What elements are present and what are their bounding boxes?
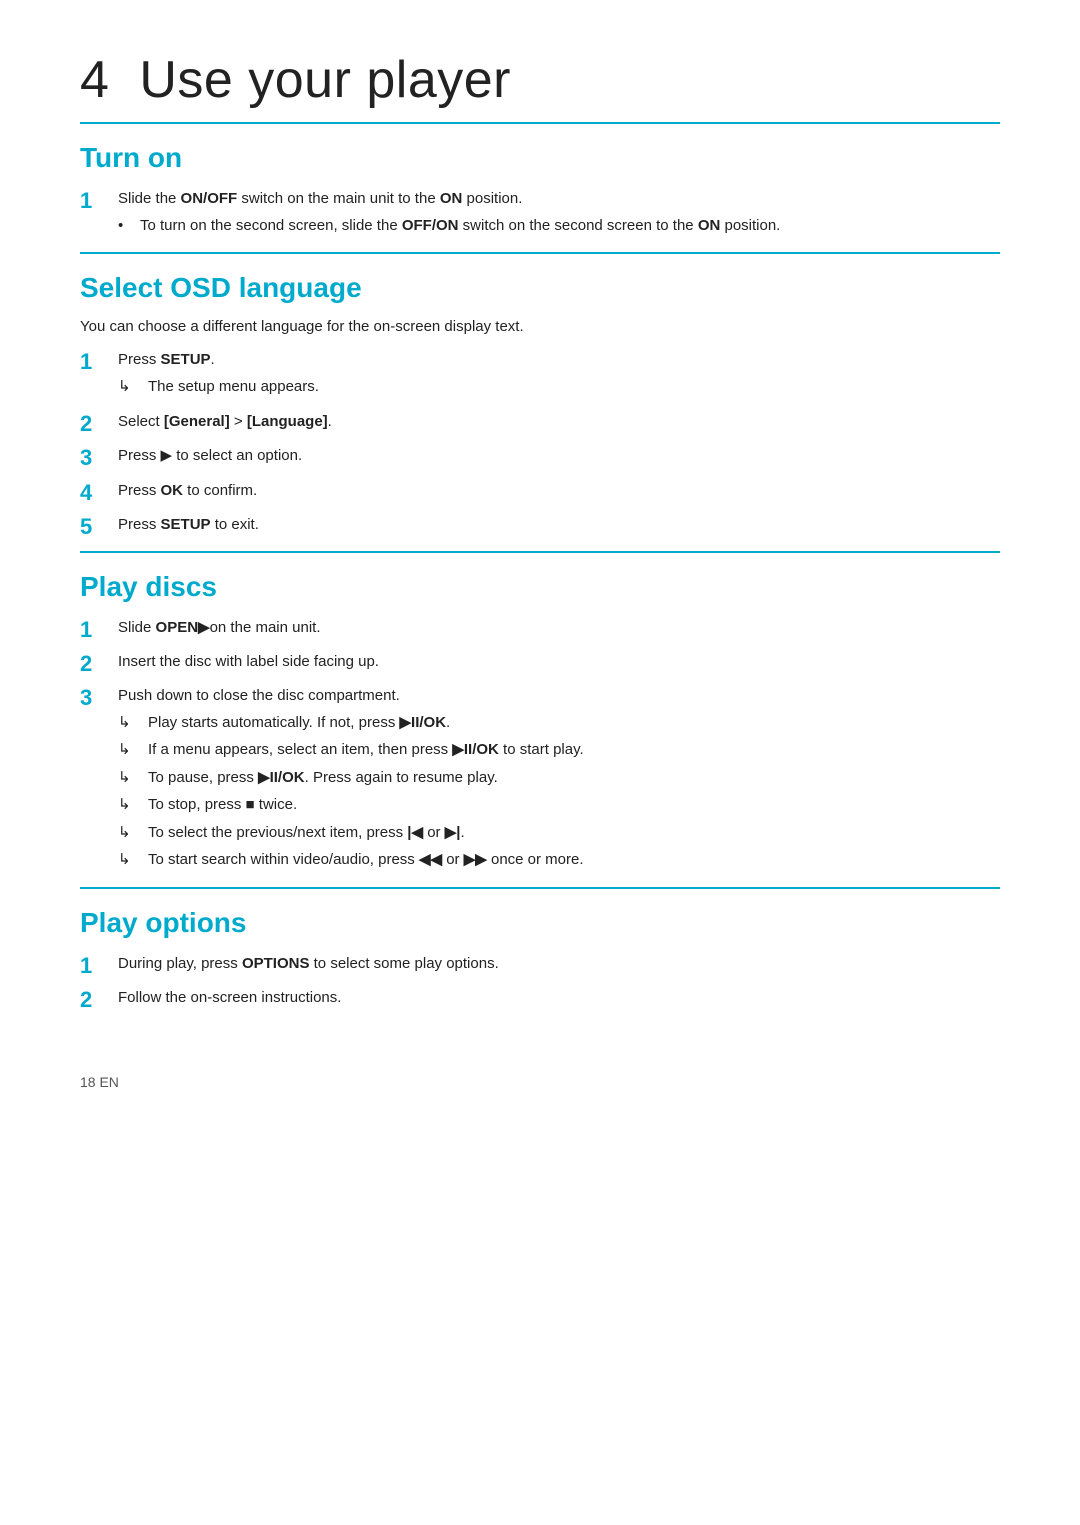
- section-select-osd: Select OSD language You can choose a dif…: [80, 272, 1000, 541]
- step-number: 1: [80, 617, 118, 643]
- step-number: 4: [80, 480, 118, 506]
- step-content: Press ▶ to select an option.: [118, 445, 1000, 468]
- arrow-item: ↳ The setup menu appears.: [118, 376, 1000, 399]
- arrow-text: To pause, press ▶II/OK. Press again to r…: [148, 767, 498, 790]
- step-content: Push down to close the disc compartment.…: [118, 685, 1000, 877]
- section-divider-3: [80, 887, 1000, 889]
- osd-step-5: 5 Press SETUP to exit.: [80, 514, 1000, 540]
- step-content: Press SETUP to exit.: [118, 514, 1000, 537]
- step-content: Select [General] > [Language].: [118, 411, 1000, 434]
- osd-step-1: 1 Press SETUP. ↳ The setup menu appears.: [80, 349, 1000, 403]
- sub-bullet-list: • To turn on the second screen, slide th…: [118, 215, 1000, 238]
- osd-intro: You can choose a different language for …: [80, 318, 1000, 335]
- chapter-number: 4: [80, 51, 109, 109]
- arrow-text: To start search within video/audio, pres…: [148, 849, 584, 872]
- play-discs-step-3: 3 Push down to close the disc compartmen…: [80, 685, 1000, 877]
- step-number: 2: [80, 411, 118, 437]
- arrow-sym: ↳: [118, 767, 148, 790]
- arrow-text: To select the previous/next item, press …: [148, 822, 465, 845]
- osd-step-4: 4 Press OK to confirm.: [80, 480, 1000, 506]
- step-number: 5: [80, 514, 118, 540]
- footer-text: 18 EN: [80, 1074, 119, 1090]
- arrow-sub-item: ↳ To select the previous/next item, pres…: [118, 822, 1000, 845]
- arrow-text: Play starts automatically. If not, press…: [148, 712, 450, 735]
- arrow-sym: ↳: [118, 822, 148, 845]
- turn-on-list: 1 Slide the ON/OFF switch on the main un…: [80, 188, 1000, 242]
- section-title-play-options: Play options: [80, 907, 1000, 939]
- step-content: Follow the on-screen instructions.: [118, 987, 1000, 1010]
- step-content: Press OK to confirm.: [118, 480, 1000, 503]
- osd-step-3: 3 Press ▶ to select an option.: [80, 445, 1000, 471]
- step-content: Slide OPEN▶on the main unit.: [118, 617, 1000, 640]
- play-discs-step-1: 1 Slide OPEN▶on the main unit.: [80, 617, 1000, 643]
- arrow-sym: ↳: [118, 794, 148, 817]
- step-number: 1: [80, 349, 118, 375]
- page-footer: 18 EN: [80, 1074, 1000, 1090]
- bullet-dot: •: [118, 215, 140, 238]
- play-options-step-1: 1 During play, press OPTIONS to select s…: [80, 953, 1000, 979]
- section-divider-2: [80, 551, 1000, 553]
- osd-step-2: 2 Select [General] > [Language].: [80, 411, 1000, 437]
- sub-bullet-item: • To turn on the second screen, slide th…: [118, 215, 1000, 238]
- arrow-sub-item: ↳ If a menu appears, select an item, the…: [118, 739, 1000, 762]
- section-title-osd: Select OSD language: [80, 272, 1000, 304]
- sub-bullet-text: To turn on the second screen, slide the …: [140, 215, 780, 238]
- arrow-sub-list: ↳ Play starts automatically. If not, pre…: [118, 712, 1000, 872]
- section-turn-on: Turn on 1 Slide the ON/OFF switch on the…: [80, 142, 1000, 242]
- arrow-text: If a menu appears, select an item, then …: [148, 739, 584, 762]
- play-options-list: 1 During play, press OPTIONS to select s…: [80, 953, 1000, 1014]
- step-content: During play, press OPTIONS to select som…: [118, 953, 1000, 976]
- arrow-sym: ↳: [118, 739, 148, 762]
- page-title: 4 Use your player: [80, 50, 1000, 110]
- arrow-sub-item: ↳ To pause, press ▶II/OK. Press again to…: [118, 767, 1000, 790]
- osd-list: 1 Press SETUP. ↳ The setup menu appears.…: [80, 349, 1000, 541]
- arrow-text: The setup menu appears.: [148, 376, 319, 399]
- step-number: 3: [80, 445, 118, 471]
- step-number: 3: [80, 685, 118, 711]
- section-title-play-discs: Play discs: [80, 571, 1000, 603]
- title-divider: [80, 122, 1000, 124]
- arrow-sym: ↳: [118, 849, 148, 872]
- step-number: 1: [80, 953, 118, 979]
- step-number: 1: [80, 188, 118, 214]
- play-options-step-2: 2 Follow the on-screen instructions.: [80, 987, 1000, 1013]
- step-number: 2: [80, 987, 118, 1013]
- arrow-list: ↳ The setup menu appears.: [118, 376, 1000, 399]
- step-content: Press SETUP. ↳ The setup menu appears.: [118, 349, 1000, 403]
- arrow-sub-item: ↳ Play starts automatically. If not, pre…: [118, 712, 1000, 735]
- step-content: Slide the ON/OFF switch on the main unit…: [118, 188, 1000, 242]
- play-discs-list: 1 Slide OPEN▶on the main unit. 2 Insert …: [80, 617, 1000, 877]
- arrow-sym: ↳: [118, 712, 148, 735]
- turn-on-step-1: 1 Slide the ON/OFF switch on the main un…: [80, 188, 1000, 242]
- arrow-sub-item: ↳ To start search within video/audio, pr…: [118, 849, 1000, 872]
- section-play-discs: Play discs 1 Slide OPEN▶on the main unit…: [80, 571, 1000, 877]
- play-discs-step-2: 2 Insert the disc with label side facing…: [80, 651, 1000, 677]
- arrow-sym: ↳: [118, 376, 148, 399]
- arrow-text: To stop, press ■ twice.: [148, 794, 297, 817]
- step-number: 2: [80, 651, 118, 677]
- arrow-sub-item: ↳ To stop, press ■ twice.: [118, 794, 1000, 817]
- section-divider-1: [80, 252, 1000, 254]
- step-content: Insert the disc with label side facing u…: [118, 651, 1000, 674]
- page-title-text: Use your player: [139, 51, 511, 109]
- section-play-options: Play options 1 During play, press OPTION…: [80, 907, 1000, 1014]
- section-title-turn-on: Turn on: [80, 142, 1000, 174]
